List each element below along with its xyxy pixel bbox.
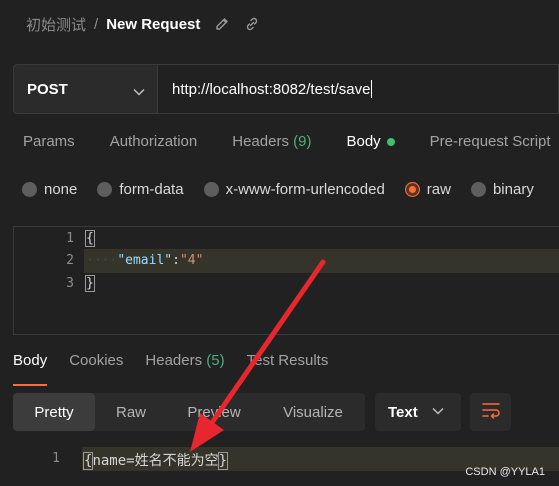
body-type-binary-label: binary [492, 180, 534, 198]
tab-pre-request-script[interactable]: Pre-request Script [430, 133, 551, 155]
body-type-raw-label: raw [426, 180, 451, 198]
indent-guide: ···· [86, 253, 118, 268]
response-tabs: Body Cookies Headers (5) Test Results [13, 352, 328, 386]
radio-none[interactable] [22, 181, 37, 197]
request-tabs: Params Authorization Headers (9) Body Pr… [23, 133, 551, 155]
breadcrumb-separator: / [94, 15, 99, 33]
view-visualize-button[interactable]: Visualize [261, 393, 365, 431]
chevron-down-icon [133, 84, 145, 102]
body-type-binary[interactable]: binary [470, 179, 534, 199]
json-key: "email" [117, 253, 173, 268]
line-number: 1 [52, 451, 60, 466]
tab-body-label: Body [346, 133, 381, 150]
request-body-editor[interactable]: 1 2 3 { ····"email":"4" } [13, 226, 559, 335]
tab-headers-label: Headers [232, 133, 289, 150]
json-value: "4" [179, 253, 204, 268]
response-tab-headers[interactable]: Headers (5) [145, 352, 224, 386]
json-colon: : [172, 253, 180, 268]
tab-body[interactable]: Body [346, 133, 395, 155]
view-mode-toggle: Pretty Raw Preview Visualize [13, 393, 365, 431]
link-icon[interactable] [244, 16, 260, 32]
format-select[interactable]: Text [375, 393, 461, 431]
view-pretty-button[interactable]: Pretty [13, 393, 95, 431]
wrap-lines-button[interactable] [470, 393, 511, 431]
body-type-urlencoded-label: x-www-form-urlencoded [225, 180, 385, 198]
response-tab-test-results[interactable]: Test Results [247, 352, 329, 386]
body-type-form-data[interactable]: form-data [97, 179, 184, 199]
text-caret [371, 80, 373, 98]
response-tab-cookies[interactable]: Cookies [69, 352, 123, 386]
watermark: CSDN @YYLA1 [465, 466, 545, 478]
response-text: name=姓名不能为空 [92, 453, 219, 469]
edit-icon[interactable] [214, 16, 230, 32]
page-title[interactable]: New Request [106, 16, 200, 33]
radio-urlencoded[interactable] [203, 181, 219, 197]
radio-raw[interactable] [404, 181, 420, 197]
radio-binary[interactable] [470, 181, 486, 197]
url-text: http://localhost:8082/test/save [172, 80, 371, 98]
response-body-viewer[interactable]: 1 {name=姓名不能为空} [0, 441, 559, 486]
body-type-none[interactable]: none [22, 179, 77, 199]
line-number: 2 [66, 253, 74, 268]
response-line-1: {name=姓名不能为空} [82, 450, 229, 470]
wrap-lines-icon [481, 401, 501, 424]
open-brace: { [85, 230, 95, 247]
line-number: 3 [66, 276, 74, 291]
tab-headers[interactable]: Headers (9) [232, 133, 311, 155]
body-type-options: none form-data x-www-form-urlencoded raw… [22, 179, 534, 199]
body-type-urlencoded[interactable]: x-www-form-urlencoded [203, 179, 385, 199]
breadcrumb: 初始测试 / New Request [26, 14, 260, 34]
response-tab-body[interactable]: Body [13, 352, 48, 386]
tab-authorization[interactable]: Authorization [110, 133, 198, 155]
tab-headers-count: (9) [293, 133, 312, 150]
close-brace: } [217, 452, 229, 470]
view-raw-button[interactable]: Raw [95, 393, 167, 431]
code-line-2: ····"email":"4" [86, 253, 203, 268]
code-line-1: { [85, 230, 95, 247]
body-modified-dot [386, 138, 395, 147]
url-input[interactable]: http://localhost:8082/test/save [157, 64, 559, 114]
code-line-3: } [85, 275, 95, 292]
body-type-none-label: none [44, 180, 78, 198]
body-type-form-data-label: form-data [119, 180, 184, 198]
method-label: POST [27, 80, 68, 98]
tab-params[interactable]: Params [23, 133, 75, 155]
view-preview-button[interactable]: Preview [167, 393, 261, 431]
response-tab-headers-label: Headers [145, 352, 203, 369]
line-number: 1 [66, 231, 74, 246]
chevron-down-icon [432, 403, 444, 421]
close-brace: } [85, 275, 95, 292]
breadcrumb-workspace[interactable]: 初始测试 [26, 14, 86, 35]
radio-form-data[interactable] [97, 181, 113, 197]
body-type-raw[interactable]: raw [404, 179, 451, 199]
format-label: Text [388, 403, 418, 421]
method-select[interactable]: POST [13, 64, 157, 114]
response-tab-headers-count: (5) [206, 352, 225, 369]
